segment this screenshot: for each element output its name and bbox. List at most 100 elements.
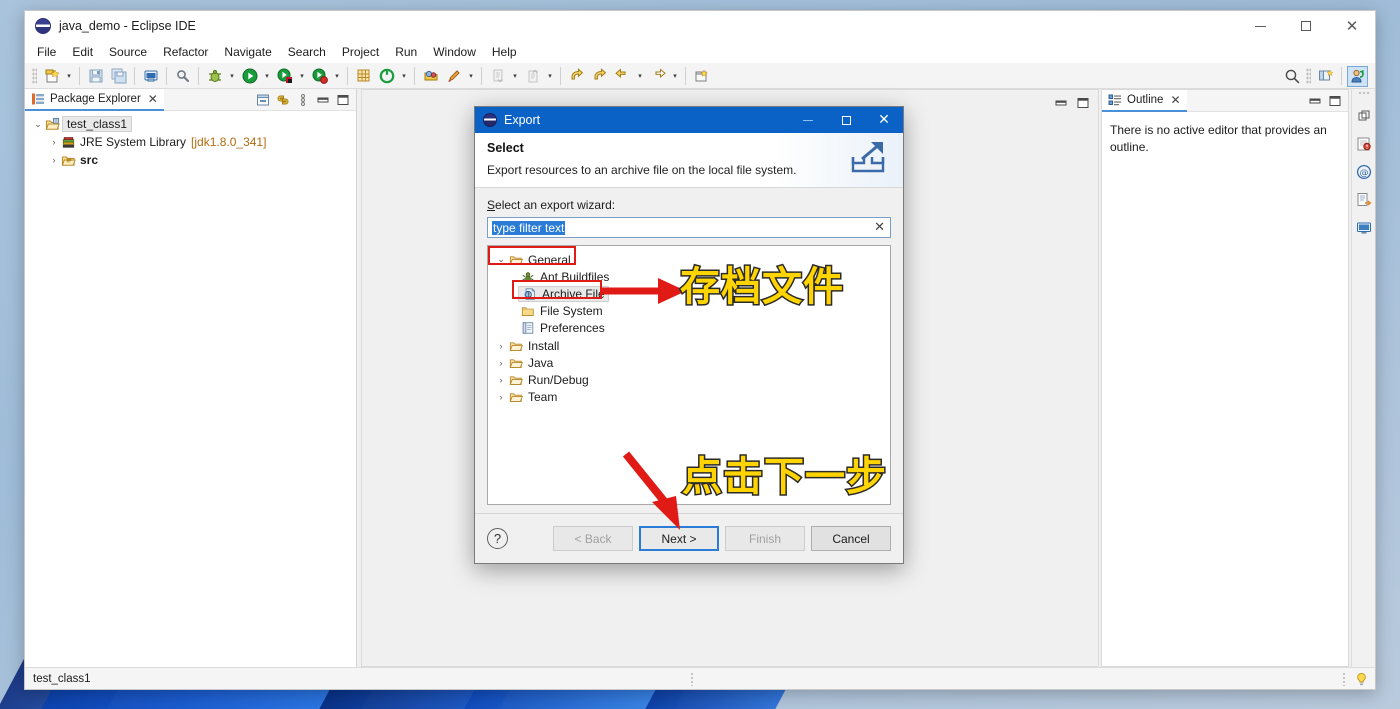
chevron-down-icon[interactable]: ▾ <box>669 65 681 86</box>
export-wizard-tree[interactable]: ⌄ General Ant Buildfiles Archive File Fi… <box>487 245 891 505</box>
next-annotation-icon[interactable] <box>487 65 508 86</box>
wizard-tree-item-general[interactable]: ⌄ General <box>488 251 890 268</box>
forward-nav-icon[interactable] <box>647 65 668 86</box>
close-button[interactable]: ✕ <box>1329 11 1375 41</box>
collapse-all-icon[interactable] <box>254 91 272 109</box>
finish-button[interactable]: Finish <box>725 526 805 551</box>
menu-refactor[interactable]: Refactor <box>155 43 216 61</box>
menu-source[interactable]: Source <box>101 43 155 61</box>
menu-project[interactable]: Project <box>334 43 387 61</box>
wizard-tree-item-file-system[interactable]: File System <box>488 302 890 319</box>
tab-outline[interactable]: Outline ✕ <box>1102 89 1187 112</box>
maximize-view-icon[interactable] <box>334 91 352 109</box>
fastview-grip[interactable] <box>1357 91 1370 96</box>
maximize-view-icon[interactable] <box>1326 92 1344 110</box>
dialog-minimize-button[interactable] <box>789 107 827 133</box>
filter-input[interactable]: type filter text ✕ <box>487 217 891 238</box>
wizard-tree-item-archive-file[interactable]: Archive File <box>488 285 890 302</box>
last-edit-location-icon[interactable] <box>612 65 633 86</box>
menu-run[interactable]: Run <box>387 43 425 61</box>
minimize-view-icon[interactable] <box>1306 92 1324 110</box>
run-icon[interactable] <box>239 65 260 86</box>
back-icon[interactable] <box>566 65 587 86</box>
tab-package-explorer[interactable]: Package Explorer ✕ <box>25 88 164 111</box>
search-marker-icon[interactable] <box>443 65 464 86</box>
restore-editor-icon[interactable] <box>1052 94 1070 112</box>
new-editor-icon[interactable] <box>691 65 712 86</box>
clear-filter-icon[interactable]: ✕ <box>874 219 885 237</box>
new-java-package-icon[interactable] <box>353 65 374 86</box>
debug-icon[interactable] <box>204 65 225 86</box>
tree-item-project[interactable]: ⌄ test_class1 <box>25 115 356 133</box>
menu-file[interactable]: File <box>29 43 64 61</box>
new-class-icon[interactable] <box>376 65 397 86</box>
help-button[interactable]: ? <box>487 528 508 549</box>
maximize-button[interactable] <box>1283 11 1329 41</box>
chevron-down-icon[interactable]: ⌄ <box>494 254 508 265</box>
chevron-down-icon[interactable]: ▾ <box>63 65 75 86</box>
tip-of-the-day-icon[interactable] <box>1354 672 1369 687</box>
toolbar-grip[interactable] <box>32 67 37 84</box>
wizard-tree-item-preferences[interactable]: Preferences <box>488 319 890 336</box>
tree-item-jre-library[interactable]: › JRE System Library [jdk1.8.0_341] <box>25 133 356 151</box>
chevron-down-icon[interactable]: ▾ <box>226 65 238 86</box>
resize-grip[interactable] <box>690 672 694 686</box>
chevron-right-icon[interactable]: › <box>494 358 508 368</box>
new-wizard-icon[interactable] <box>41 65 62 86</box>
open-perspective-icon[interactable] <box>1315 66 1336 87</box>
menu-navigate[interactable]: Navigate <box>216 43 279 61</box>
previous-annotation-icon[interactable] <box>522 65 543 86</box>
chevron-down-icon[interactable]: ▾ <box>296 65 308 86</box>
link-icon[interactable] <box>172 65 193 86</box>
cancel-button[interactable]: Cancel <box>811 526 891 551</box>
chevron-down-icon[interactable]: ▾ <box>465 65 477 86</box>
declaration-view-icon[interactable] <box>1354 190 1374 210</box>
wizard-tree-item-run-debug[interactable]: › Run/Debug <box>488 371 890 388</box>
open-type-icon[interactable] <box>420 65 441 86</box>
restore-icon[interactable] <box>1354 106 1374 126</box>
chevron-right-icon[interactable]: › <box>47 155 61 165</box>
menu-search[interactable]: Search <box>280 43 334 61</box>
chevron-down-icon[interactable]: ▾ <box>331 65 343 86</box>
tree-item-src[interactable]: › src <box>25 151 356 169</box>
chevron-down-icon[interactable]: ▾ <box>261 65 273 86</box>
run-external-tools-icon[interactable] <box>274 65 295 86</box>
coverage-icon[interactable] <box>309 65 330 86</box>
menu-edit[interactable]: Edit <box>64 43 101 61</box>
link-with-editor-icon[interactable] <box>274 91 292 109</box>
back-button[interactable]: < Back <box>553 526 633 551</box>
maximize-editor-icon[interactable] <box>1074 94 1092 112</box>
view-menu-icon[interactable] <box>294 91 312 109</box>
chevron-down-icon[interactable]: ▾ <box>544 65 556 86</box>
save-icon[interactable] <box>85 65 106 86</box>
chevron-right-icon[interactable]: › <box>494 341 508 351</box>
wizard-tree-item-ant-buildfiles[interactable]: Ant Buildfiles <box>488 268 890 285</box>
wizard-tree-item-team[interactable]: › Team <box>488 388 890 405</box>
chevron-down-icon[interactable]: ▾ <box>509 65 521 86</box>
dialog-maximize-button[interactable] <box>827 107 865 133</box>
menu-window[interactable]: Window <box>425 43 484 61</box>
javadoc-view-icon[interactable]: @ <box>1354 162 1374 182</box>
problems-view-icon[interactable] <box>1354 134 1374 154</box>
java-perspective-icon[interactable] <box>1347 65 1368 87</box>
wizard-tree-item-java[interactable]: › Java <box>488 354 890 371</box>
close-icon[interactable]: ✕ <box>1170 93 1180 107</box>
forward-icon[interactable] <box>589 65 610 86</box>
quick-access-search-icon[interactable] <box>1281 66 1302 87</box>
minimize-view-icon[interactable] <box>314 91 332 109</box>
chevron-down-icon[interactable]: ⌄ <box>31 119 45 130</box>
chevron-down-icon[interactable]: ▾ <box>398 65 410 86</box>
chevron-right-icon[interactable]: › <box>494 392 508 402</box>
minimize-button[interactable] <box>1237 11 1283 41</box>
chevron-right-icon[interactable]: › <box>494 375 508 385</box>
toolbar-grip[interactable] <box>1306 68 1311 84</box>
print-icon[interactable] <box>140 65 161 86</box>
save-all-icon[interactable] <box>108 65 129 86</box>
menu-help[interactable]: Help <box>484 43 525 61</box>
close-icon[interactable]: ✕ <box>148 92 158 106</box>
next-button[interactable]: Next > <box>639 526 719 551</box>
console-view-icon[interactable] <box>1354 218 1374 238</box>
chevron-down-icon[interactable]: ▾ <box>634 65 646 86</box>
dialog-close-button[interactable]: ✕ <box>865 107 903 133</box>
wizard-tree-item-install[interactable]: › Install <box>488 337 890 354</box>
